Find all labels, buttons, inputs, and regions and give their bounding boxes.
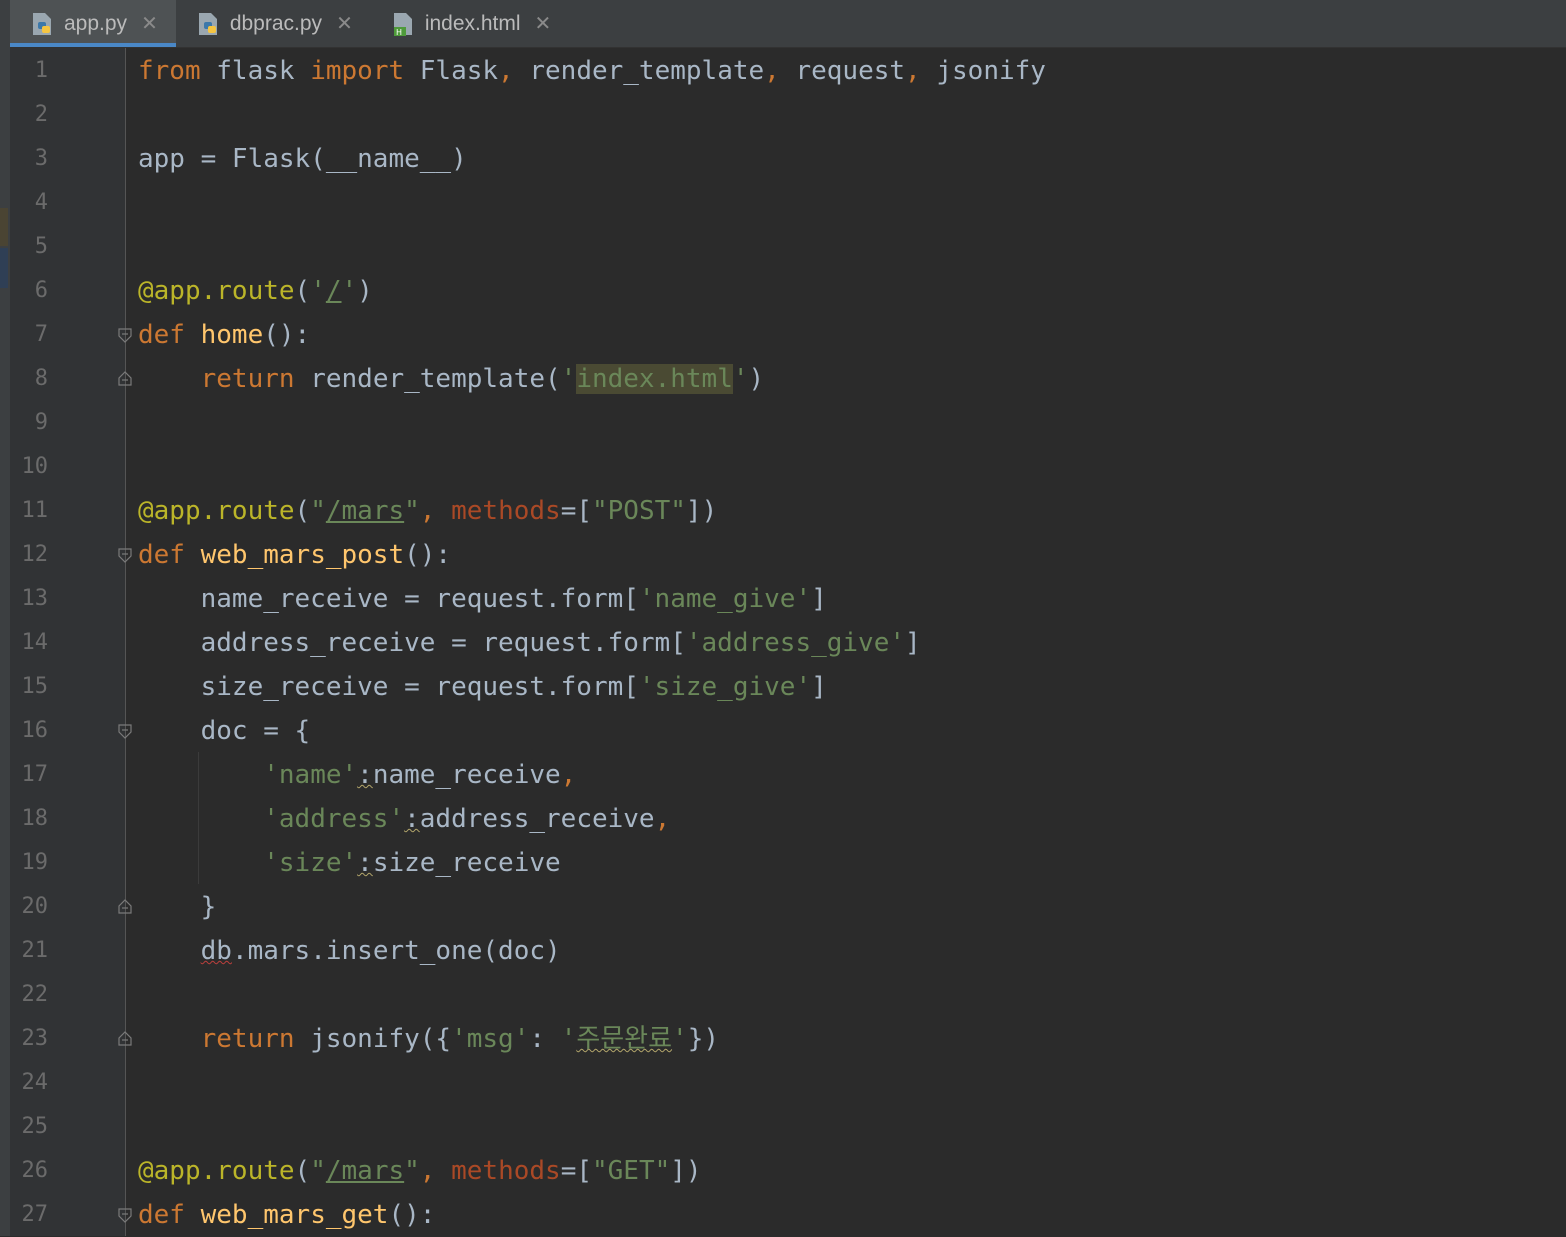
code-line[interactable]: 1 from flask import Flask, render_templa… bbox=[0, 49, 1566, 93]
close-icon[interactable]: ✕ bbox=[535, 11, 552, 36]
code-text: name_receive = request.form['name_give'] bbox=[138, 584, 827, 614]
code-line[interactable]: 16 doc = { bbox=[0, 709, 1566, 753]
code-text: app = Flask(__name__) bbox=[138, 144, 467, 174]
code-line[interactable]: 13 name_receive = request.form['name_giv… bbox=[0, 577, 1566, 621]
line-number: 7 bbox=[34, 322, 48, 347]
code-text: } bbox=[138, 892, 217, 922]
code-line[interactable]: 8 return render_template('index.html') bbox=[0, 357, 1566, 401]
fold-open-icon[interactable] bbox=[117, 1207, 133, 1223]
line-number: 13 bbox=[21, 586, 49, 611]
line-number: 3 bbox=[34, 146, 48, 171]
close-icon[interactable]: ✕ bbox=[141, 11, 158, 36]
code-editor[interactable]: 1 from flask import Flask, render_templa… bbox=[0, 49, 1566, 1237]
code-text: return render_template('index.html') bbox=[200, 364, 765, 394]
line-number: 18 bbox=[21, 806, 49, 831]
code-line[interactable]: 26 @app.route("/mars", methods=["GET"]) bbox=[0, 1149, 1566, 1193]
code-line[interactable]: 9 bbox=[0, 401, 1566, 445]
html-file-icon: H bbox=[393, 12, 412, 37]
fold-end-icon[interactable] bbox=[117, 899, 133, 915]
code-line[interactable]: 11 @app.route("/mars", methods=["POST"]) bbox=[0, 489, 1566, 533]
fold-open-icon[interactable] bbox=[117, 723, 133, 739]
close-icon[interactable]: ✕ bbox=[336, 11, 353, 36]
tab-label: index.html bbox=[424, 11, 521, 35]
tab-label: app.py bbox=[64, 11, 128, 35]
code-line[interactable]: 18 'address':address_receive, bbox=[0, 797, 1566, 841]
code-text: db.mars.insert_one(doc) bbox=[200, 936, 561, 966]
code-line[interactable]: 25 bbox=[0, 1105, 1566, 1149]
code-line[interactable]: 24 bbox=[0, 1061, 1566, 1105]
code-text: @app.route('/') bbox=[138, 276, 373, 306]
code-text: @app.route("/mars", methods=["GET"]) bbox=[138, 1156, 702, 1186]
line-number: 2 bbox=[34, 102, 48, 127]
code-line[interactable]: 10 bbox=[0, 445, 1566, 489]
line-number: 12 bbox=[21, 542, 49, 567]
code-line[interactable]: 15 size_receive = request.form['size_giv… bbox=[0, 665, 1566, 709]
code-line[interactable]: 12 def web_mars_post(): bbox=[0, 533, 1566, 577]
line-number: 26 bbox=[21, 1158, 49, 1183]
line-number: 6 bbox=[34, 278, 48, 303]
code-text: 'address':address_receive, bbox=[263, 804, 671, 834]
line-number: 19 bbox=[21, 850, 49, 875]
line-number: 1 bbox=[34, 58, 48, 83]
code-text: def web_mars_post(): bbox=[138, 540, 452, 570]
fold-end-icon[interactable] bbox=[117, 371, 133, 387]
code-text: from flask import Flask, render_template… bbox=[138, 56, 1046, 86]
code-line[interactable]: 5 bbox=[0, 225, 1566, 269]
line-number: 20 bbox=[21, 894, 49, 919]
code-text: def home(): bbox=[138, 320, 311, 350]
code-line[interactable]: 23 return jsonify({'msg': '주문완료'}) bbox=[0, 1017, 1566, 1061]
line-number: 10 bbox=[21, 454, 49, 479]
line-number: 24 bbox=[21, 1070, 49, 1095]
tab-label: dbprac.py bbox=[229, 11, 323, 35]
code-text: address_receive = request.form['address_… bbox=[138, 628, 921, 658]
line-number: 21 bbox=[21, 938, 49, 963]
tab-index-html[interactable]: H index.html ✕ bbox=[371, 0, 569, 47]
python-file-icon bbox=[33, 12, 51, 35]
code-line[interactable]: 14 address_receive = request.form['addre… bbox=[0, 621, 1566, 665]
line-number: 11 bbox=[21, 498, 49, 523]
line-number: 17 bbox=[21, 762, 49, 787]
line-number: 27 bbox=[21, 1202, 49, 1227]
code-line[interactable]: 20 } bbox=[0, 885, 1566, 929]
svg-text:H: H bbox=[396, 28, 402, 37]
code-line[interactable]: 27 def web_mars_get(): bbox=[0, 1193, 1566, 1237]
code-line[interactable]: 3 app = Flask(__name__) bbox=[0, 137, 1566, 181]
code-text: size_receive = request.form['size_give'] bbox=[138, 672, 827, 702]
code-text: return jsonify({'msg': '주문완료'}) bbox=[200, 1024, 719, 1054]
code-line[interactable]: 21 db.mars.insert_one(doc) bbox=[0, 929, 1566, 973]
code-text: def web_mars_get(): bbox=[138, 1200, 436, 1230]
code-line[interactable]: 17 'name':name_receive, bbox=[0, 753, 1566, 797]
code-text: 'size':size_receive bbox=[263, 848, 561, 878]
fold-open-icon[interactable] bbox=[117, 327, 133, 343]
line-number: 15 bbox=[21, 674, 49, 699]
line-number: 22 bbox=[21, 982, 49, 1007]
line-number: 14 bbox=[21, 630, 49, 655]
line-number: 8 bbox=[34, 366, 48, 391]
code-line[interactable]: 6 @app.route('/') bbox=[0, 269, 1566, 313]
code-text: 'name':name_receive, bbox=[263, 760, 577, 790]
fold-open-icon[interactable] bbox=[117, 547, 133, 563]
python-file-icon bbox=[198, 12, 217, 35]
line-number: 4 bbox=[34, 190, 48, 215]
code-line[interactable]: 4 bbox=[0, 181, 1566, 225]
tab-dbprac-py[interactable]: dbprac.py ✕ bbox=[176, 0, 371, 47]
tab-app-py[interactable]: app.py ✕ bbox=[10, 0, 176, 47]
code-text: doc = { bbox=[138, 716, 311, 746]
fold-end-icon[interactable] bbox=[117, 1031, 133, 1047]
editor-tab-bar: app.py ✕ dbprac.py ✕ H index.html ✕ bbox=[10, 0, 1566, 48]
line-number: 16 bbox=[21, 718, 49, 743]
line-number: 9 bbox=[34, 410, 48, 435]
code-line[interactable]: 2 bbox=[0, 93, 1566, 137]
code-line[interactable]: 7 def home(): bbox=[0, 313, 1566, 357]
code-text: @app.route("/mars", methods=["POST"]) bbox=[138, 496, 718, 526]
line-number: 23 bbox=[21, 1026, 49, 1051]
code-line[interactable]: 19 'size':size_receive bbox=[0, 841, 1566, 885]
line-number: 5 bbox=[34, 234, 48, 259]
code-line[interactable]: 22 bbox=[0, 973, 1566, 1017]
line-number: 25 bbox=[21, 1114, 49, 1139]
